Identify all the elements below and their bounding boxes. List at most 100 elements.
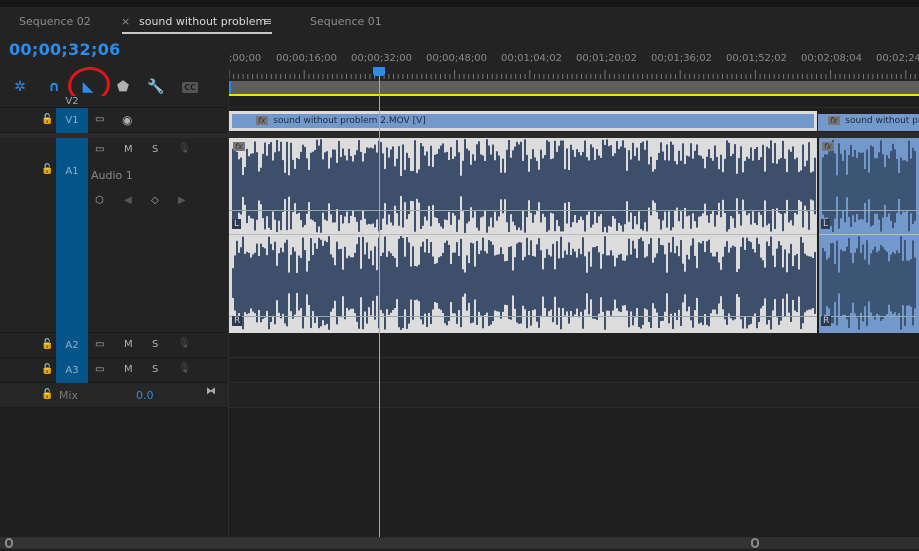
sync-lock-icon[interactable]: ▭: [95, 339, 104, 350]
snap-magnet-icon[interactable]: ∩: [45, 78, 63, 96]
waveform-bar: [546, 249, 548, 317]
audio-clips-waveform[interactable]: [229, 138, 919, 333]
track-label-a3[interactable]: A3: [56, 358, 88, 383]
waveform-bar: [284, 242, 286, 324]
waveform-bar: [904, 160, 906, 212]
waveform-bar: [790, 243, 792, 323]
waveform-bar: [592, 247, 594, 319]
waveform-bar: [808, 256, 810, 310]
waveform-bar: [712, 160, 714, 212]
timeline-track-v2[interactable]: [229, 96, 919, 108]
add-marker-icon[interactable]: ⬟: [114, 78, 132, 96]
waveform-bar: [408, 242, 410, 324]
waveform-bar: [590, 266, 592, 300]
waveform-bar: [866, 149, 868, 223]
waveform-bar: [842, 160, 844, 212]
waveform-bar: [410, 266, 412, 300]
waveform-bar: [392, 255, 394, 311]
waveform-bar: [824, 251, 826, 315]
waveform-bar: [692, 238, 694, 328]
mute-button[interactable]: M: [124, 144, 133, 155]
scrollbar-right-handle[interactable]: [751, 538, 759, 548]
waveform-bar: [592, 147, 594, 225]
voiceover-mic-icon[interactable]: 🎙: [178, 338, 191, 349]
timeline-track-mix[interactable]: [229, 383, 919, 408]
tab-sequence-01[interactable]: Sequence 01: [310, 15, 382, 28]
previous-keyframe-icon[interactable]: ◀: [124, 195, 132, 206]
waveform-bar: [766, 241, 768, 325]
track-label-v2[interactable]: V2: [56, 96, 88, 108]
waveform-bar: [656, 159, 658, 213]
next-keyframe-icon[interactable]: ▶: [178, 195, 186, 206]
waveform-bar: [388, 251, 390, 315]
waveform-bar: [504, 261, 506, 305]
add-keyframe-icon[interactable]: ◇: [151, 195, 159, 206]
waveform-bar: [650, 238, 652, 328]
waveform-bar: [698, 155, 700, 217]
keyframe-options-icon[interactable]: ⬡: [95, 195, 104, 206]
nest-toggle-icon[interactable]: ✲: [11, 78, 29, 96]
waveform-bar: [424, 155, 426, 217]
captions-icon: CC: [182, 81, 198, 93]
voiceover-mic-icon[interactable]: 🎙: [178, 143, 191, 154]
waveform-bar: [884, 167, 886, 205]
solo-button[interactable]: S: [152, 144, 158, 155]
captions-button[interactable]: CC: [180, 78, 200, 96]
waveform-bar: [478, 254, 480, 312]
work-area-bar[interactable]: [229, 81, 919, 94]
voiceover-mic-icon[interactable]: 🎙: [178, 363, 191, 374]
sync-lock-icon[interactable]: ▭: [95, 364, 104, 375]
tab-close-icon[interactable]: ×: [121, 15, 130, 28]
waveform-bar: [422, 241, 424, 325]
timeline-track-a3[interactable]: [229, 358, 919, 383]
solo-button[interactable]: S: [152, 339, 158, 350]
track-name[interactable]: Audio 1: [91, 169, 133, 182]
waveform-bar: [494, 255, 496, 311]
track-label-a2[interactable]: A2: [56, 333, 88, 358]
waveform-bar: [320, 139, 322, 233]
scrollbar-thumb[interactable]: [4, 538, 754, 548]
playhead-handle[interactable]: [373, 67, 386, 76]
waveform-bar: [872, 249, 874, 317]
waveform-bar: [362, 161, 364, 211]
waveform-bar: [760, 257, 762, 309]
tab-sequence-02[interactable]: Sequence 02: [19, 15, 91, 28]
lock-icon[interactable]: 🔓: [41, 339, 53, 350]
lock-icon[interactable]: 🔓: [41, 114, 53, 125]
waveform-bar: [776, 248, 778, 318]
mix-pan-icon[interactable]: ⧓: [206, 386, 216, 397]
mute-button[interactable]: M: [124, 364, 133, 375]
waveform-bar: [448, 245, 450, 321]
track-label-a1[interactable]: A1: [56, 138, 88, 333]
video-clip[interactable]: fx sound without problem 2.MOV [V]: [229, 111, 817, 131]
waveform-bar: [550, 256, 552, 310]
waveform-bar: [668, 160, 670, 212]
tab-menu-icon[interactable]: ≡: [263, 15, 272, 28]
tab-sound-without-problem[interactable]: sound without problem: [139, 15, 266, 28]
waveform-bar: [848, 155, 850, 217]
waveform-bar: [474, 266, 476, 300]
mute-button[interactable]: M: [124, 339, 133, 350]
mix-volume-value[interactable]: 0.0: [136, 389, 154, 402]
waveform-bar: [642, 141, 644, 231]
video-clip[interactable]: fx sound without problem 2.MOV [V]: [818, 111, 919, 131]
lock-icon[interactable]: 🔓: [41, 389, 53, 400]
waveform-bar: [260, 243, 262, 323]
lock-icon[interactable]: 🔓: [41, 364, 53, 375]
waveform-bar: [696, 144, 698, 228]
sync-lock-icon[interactable]: ▭: [95, 114, 104, 125]
playhead-line[interactable]: [379, 76, 381, 537]
timeline-track-a2[interactable]: [229, 333, 919, 358]
playhead-timecode[interactable]: 00;00;32;06: [9, 40, 121, 59]
waveform-bar: [510, 246, 512, 320]
waveform-bar: [458, 152, 460, 220]
eye-icon[interactable]: ◉: [122, 113, 132, 127]
waveform-bar: [768, 246, 770, 320]
lock-icon[interactable]: 🔓: [41, 164, 53, 175]
waveform-bar: [690, 245, 692, 321]
settings-wrench-icon[interactable]: 🔧: [147, 78, 165, 96]
scrollbar-left-handle[interactable]: [5, 538, 13, 548]
sync-lock-icon[interactable]: ▭: [95, 144, 104, 155]
solo-button[interactable]: S: [152, 364, 158, 375]
track-label-v1[interactable]: V1: [56, 108, 88, 133]
